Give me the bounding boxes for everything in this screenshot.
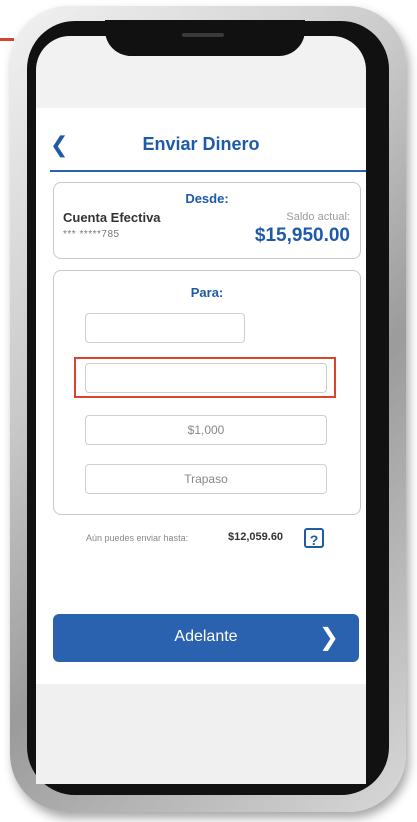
concept-field[interactable]: Trapaso — [85, 464, 327, 494]
red-marker — [0, 38, 14, 41]
phone-notch — [105, 20, 305, 56]
recipient-field[interactable] — [85, 313, 245, 343]
account-name: Cuenta Efectiva — [63, 210, 161, 225]
from-title: Desde: — [185, 191, 229, 206]
limit-amount: $12,059.60 — [228, 531, 284, 543]
header-divider — [50, 170, 366, 172]
account-number: *** *****785 — [63, 229, 120, 240]
footer-area — [36, 684, 366, 784]
highlight-box — [74, 357, 336, 398]
amount-field[interactable]: $1,000 — [85, 415, 327, 445]
limit-row: Aún puedes enviar hasta: $12,059.60 ? — [86, 528, 346, 550]
speaker-icon — [182, 33, 224, 37]
balance-label: Saldo actual: — [286, 211, 350, 223]
limit-text: Aún puedes enviar hasta: — [86, 533, 189, 543]
balance-amount: $15,950.00 — [254, 225, 350, 246]
next-button-label: Adelante — [174, 628, 238, 645]
help-button[interactable]: ? — [304, 528, 324, 548]
to-title: Para: — [190, 285, 224, 300]
next-button[interactable]: Adelante ❯ — [53, 614, 359, 662]
chevron-right-icon: ❯ — [318, 624, 339, 651]
from-card: Desde: Cuenta Efectiva *** *****785 Sald… — [53, 182, 361, 259]
page-title: Enviar Dinero — [142, 134, 260, 154]
page-header: ❮ Enviar Dinero — [36, 128, 366, 170]
